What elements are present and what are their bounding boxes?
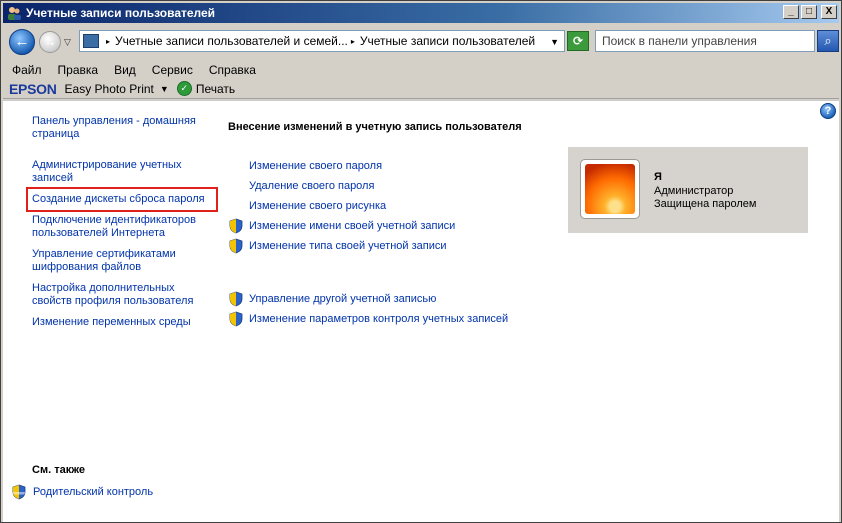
toolbar: EPSON Easy Photo Print ▼ ✓ Печать bbox=[3, 79, 839, 99]
see-also-parental-controls[interactable]: Родительский контроль bbox=[11, 484, 153, 500]
sidebar-item-certificates[interactable]: Управление сертификатами шифрования файл… bbox=[32, 248, 212, 274]
shield-icon bbox=[229, 218, 243, 234]
user-status: Защищена паролем bbox=[654, 198, 757, 210]
task-uac-settings[interactable]: Изменение параметров контроля учетных за… bbox=[228, 309, 558, 329]
print-icon[interactable]: ✓ bbox=[176, 81, 192, 96]
window-controls: _ □ X bbox=[783, 5, 837, 19]
sidebar-item-manage-accounts[interactable]: Администрирование учетных записей bbox=[32, 159, 212, 185]
parental-controls-link[interactable]: Родительский контроль bbox=[33, 486, 153, 499]
uac-settings-link[interactable]: Изменение параметров контроля учетных за… bbox=[249, 313, 508, 326]
change-picture-link[interactable]: Изменение своего рисунка bbox=[249, 200, 386, 213]
chevron-down-icon[interactable]: ▼ bbox=[550, 37, 559, 47]
task-remove-password[interactable]: Удаление своего пароля bbox=[228, 176, 558, 196]
sidebar-item-home[interactable]: Панель управления - домашняя страница bbox=[32, 115, 212, 141]
shield-icon bbox=[229, 291, 243, 307]
remove-password-link[interactable]: Удаление своего пароля bbox=[249, 180, 374, 193]
search-input[interactable]: Поиск в панели управления bbox=[595, 30, 815, 52]
chevron-down-icon[interactable]: ▼ bbox=[160, 84, 169, 94]
title-bar[interactable]: Учетные записи пользователей _ □ X bbox=[3, 3, 839, 23]
control-panel-icon bbox=[83, 34, 99, 48]
refresh-button[interactable]: ⟳ bbox=[567, 31, 589, 51]
change-type-link[interactable]: Изменение типа своей учетной записи bbox=[249, 240, 447, 253]
menu-help[interactable]: Справка bbox=[209, 63, 256, 77]
epson-logo: EPSON bbox=[9, 80, 57, 97]
shield-icon bbox=[229, 311, 243, 327]
control-panel-window: Учетные записи пользователей _ □ X ← → ▽… bbox=[0, 0, 842, 523]
change-name-link[interactable]: Изменение имени своей учетной записи bbox=[249, 220, 455, 233]
sidebar-item-env-variables[interactable]: Изменение переменных среды bbox=[32, 316, 212, 329]
maximize-button[interactable]: □ bbox=[801, 5, 817, 19]
user-role: Администратор bbox=[654, 185, 734, 197]
task-change-password[interactable]: Изменение своего пароля bbox=[228, 156, 558, 176]
chevron-right-icon[interactable]: ▸ bbox=[106, 37, 110, 46]
close-button[interactable]: X bbox=[821, 5, 837, 19]
breadcrumb-item-family[interactable]: Учетные записи пользователей и семей... bbox=[115, 34, 348, 48]
menu-bar: Файл Правка Вид Сервис Справка bbox=[3, 61, 839, 79]
breadcrumb-item-accounts[interactable]: Учетные записи пользователей bbox=[360, 34, 535, 48]
easy-photo-print-button[interactable]: Easy Photo Print bbox=[65, 82, 154, 96]
avatar bbox=[580, 159, 640, 219]
menu-edit[interactable]: Правка bbox=[58, 63, 99, 77]
search-icon[interactable]: ⌕ bbox=[817, 30, 839, 52]
sidebar-item-online-ids[interactable]: Подключение идентификаторов пользователе… bbox=[32, 214, 212, 240]
flower-picture bbox=[585, 164, 635, 214]
content-pane: ? Панель управления - домашняя страница … bbox=[3, 100, 839, 522]
users-icon bbox=[8, 7, 21, 20]
page-title: Внесение изменений в учетную запись поль… bbox=[228, 121, 522, 133]
recent-pages-icon[interactable]: ▽ bbox=[64, 37, 71, 48]
menu-tools[interactable]: Сервис bbox=[152, 63, 193, 77]
sidebar: Панель управления - домашняя страница Ад… bbox=[26, 115, 218, 337]
print-button[interactable]: Печать bbox=[196, 82, 235, 96]
task-change-name[interactable]: Изменение имени своей учетной записи bbox=[228, 216, 558, 236]
task-change-type[interactable]: Изменение типа своей учетной записи bbox=[228, 236, 558, 256]
manage-other-account-link[interactable]: Управление другой учетной записью bbox=[249, 293, 436, 306]
task-change-picture[interactable]: Изменение своего рисунка bbox=[228, 196, 558, 216]
menu-file[interactable]: Файл bbox=[12, 63, 42, 77]
sidebar-item-profile-properties[interactable]: Настройка дополнительных свойств профиля… bbox=[32, 282, 212, 308]
user-card: Я Администратор Защищена паролем bbox=[568, 147, 808, 233]
user-name: Я bbox=[654, 171, 662, 183]
minimize-button[interactable]: _ bbox=[783, 5, 799, 19]
task-manage-other[interactable]: Управление другой учетной записью bbox=[228, 289, 558, 309]
forward-button[interactable]: → bbox=[39, 31, 61, 53]
chevron-right-icon[interactable]: ▸ bbox=[351, 37, 355, 46]
sidebar-item-reset-disk[interactable]: Создание дискеты сброса пароля bbox=[26, 187, 218, 212]
menu-view[interactable]: Вид bbox=[114, 63, 136, 77]
address-bar: ← → ▽ ▸ Учетные записи пользователей и с… bbox=[3, 25, 839, 59]
back-button[interactable]: ← bbox=[9, 29, 35, 55]
change-password-link[interactable]: Изменение своего пароля bbox=[249, 160, 382, 173]
breadcrumb[interactable]: ▸ Учетные записи пользователей и семей..… bbox=[79, 30, 565, 52]
see-also-heading: См. также bbox=[32, 464, 85, 476]
help-icon[interactable]: ? bbox=[820, 103, 836, 119]
window-title: Учетные записи пользователей bbox=[26, 6, 216, 20]
shield-icon bbox=[229, 238, 243, 254]
main-panel: Внесение изменений в учетную запись поль… bbox=[228, 121, 558, 329]
shield-icon bbox=[12, 484, 26, 500]
